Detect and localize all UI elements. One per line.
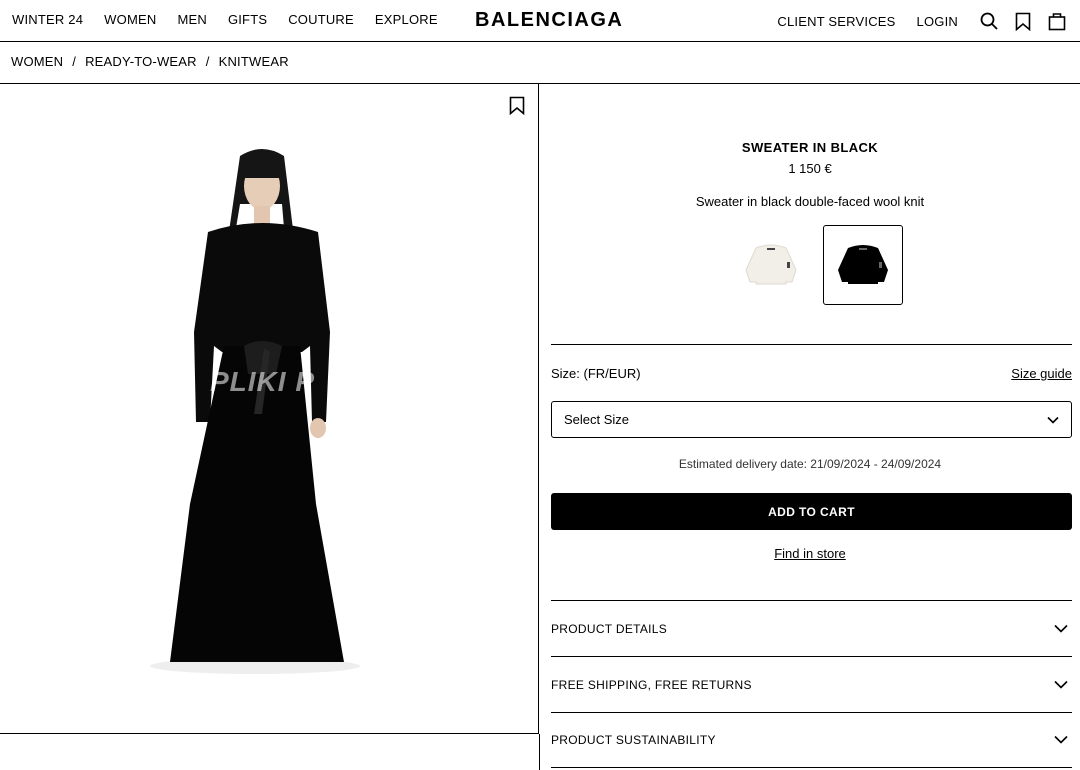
breadcrumb-knitwear[interactable]: KNITWEAR (219, 54, 289, 69)
breadcrumb-separator: / (72, 54, 77, 69)
bookmark-icon[interactable] (509, 96, 525, 120)
breadcrumb-separator: / (205, 54, 210, 69)
chevron-down-icon (1047, 412, 1059, 427)
find-in-store-link[interactable]: Find in store (774, 546, 846, 561)
chevron-down-icon (1054, 622, 1068, 636)
size-select[interactable]: Select Size (551, 401, 1072, 438)
accordion-label: PRODUCT SUSTAINABILITY (551, 733, 716, 747)
product-accordion: PRODUCT DETAILS FREE SHIPPING, FREE RETU… (551, 600, 1072, 768)
color-swatches (731, 225, 903, 305)
chevron-down-icon (1054, 733, 1068, 747)
product-price: 1 150 € (788, 161, 832, 176)
size-select-value: Select Size (564, 412, 630, 427)
accordion-label: PRODUCT DETAILS (551, 621, 668, 636)
login-link[interactable]: LOGIN (917, 14, 958, 29)
site-header: WINTER 24 WOMEN MEN GIFTS COUTURE EXPLOR… (0, 0, 1080, 42)
watermark-text: PLIKI P (210, 366, 316, 397)
nav-gifts[interactable]: GIFTS (228, 12, 267, 27)
search-icon[interactable] (978, 10, 1000, 32)
accordion-free-shipping[interactable]: FREE SHIPPING, FREE RETURNS (551, 656, 1072, 712)
add-to-cart-button[interactable]: ADD TO CART (551, 493, 1072, 530)
utility-nav: CLIENT SERVICES LOGIN (777, 10, 1068, 32)
breadcrumb-women[interactable]: WOMEN (11, 54, 63, 69)
nav-women[interactable]: WOMEN (104, 12, 156, 27)
bookmark-icon[interactable] (1012, 10, 1034, 32)
accordion-label: FREE SHIPPING, FREE RETURNS (551, 677, 752, 692)
size-guide-link[interactable]: Size guide (1011, 366, 1072, 381)
nav-winter-24[interactable]: WINTER 24 (12, 12, 83, 27)
accordion-product-sustainability[interactable]: PRODUCT SUSTAINABILITY (551, 712, 1072, 768)
brand-logo[interactable]: BALENCIAGA (475, 9, 623, 32)
main-nav: WINTER 24 WOMEN MEN GIFTS COUTURE EXPLOR… (12, 12, 438, 27)
bag-icon[interactable] (1046, 10, 1068, 32)
breadcrumb: WOMEN / READY-TO-WEAR / KNITWEAR (11, 54, 289, 69)
nav-explore[interactable]: EXPLORE (375, 12, 438, 27)
swatch-black[interactable] (823, 225, 903, 305)
product-image (150, 149, 360, 674)
product-description: Sweater in black double-faced wool knit (695, 194, 925, 209)
breadcrumb-ready-to-wear[interactable]: READY-TO-WEAR (85, 54, 197, 69)
estimated-delivery: Estimated delivery date: 21/09/2024 - 24… (678, 457, 942, 471)
accordion-product-details[interactable]: PRODUCT DETAILS (551, 600, 1072, 656)
find-in-store: Find in store (540, 546, 1080, 561)
panel-divider (539, 734, 540, 770)
product-image-panel: PLIKI P (0, 84, 539, 734)
client-services-link[interactable]: CLIENT SERVICES (777, 14, 895, 29)
nav-men[interactable]: MEN (177, 12, 207, 27)
product-title: SWEATER IN BLACK (741, 140, 879, 155)
swatch-white[interactable] (731, 225, 811, 305)
section-divider (551, 344, 1072, 345)
chevron-down-icon (1054, 678, 1068, 692)
nav-couture[interactable]: COUTURE (288, 12, 354, 27)
size-label: Size: (FR/EUR) (551, 366, 641, 381)
